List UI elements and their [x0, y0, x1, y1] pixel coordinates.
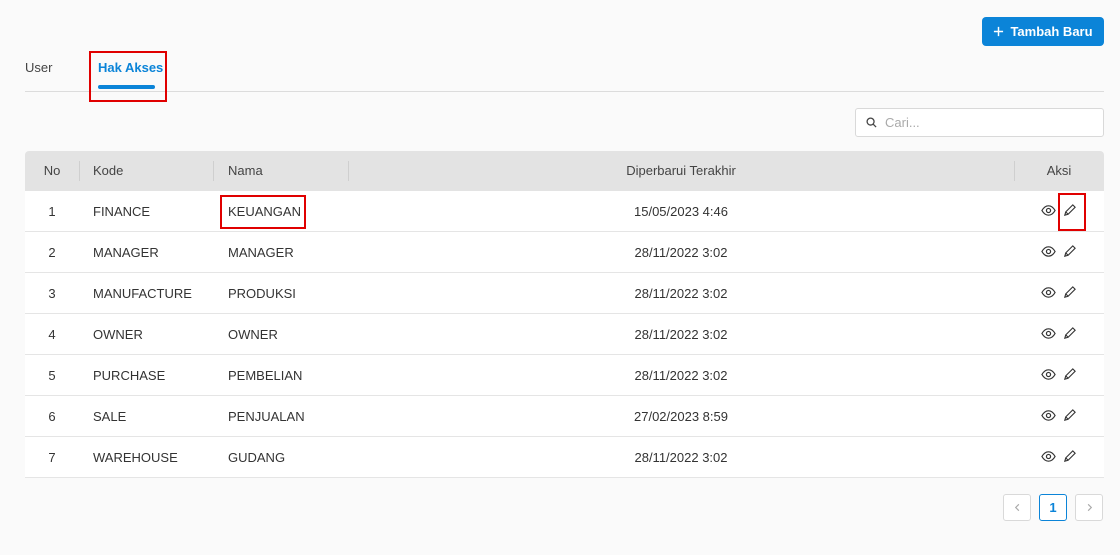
pencil-icon[interactable] — [1062, 408, 1077, 423]
row-actions — [1041, 367, 1077, 382]
cell-kode: SALE — [93, 409, 127, 424]
col-header-no: No — [43, 163, 61, 178]
table-row: 1 FINANCE KEUANGAN 15/05/2023 4:46 — [25, 191, 1104, 232]
cell-updated: 28/11/2022 3:02 — [634, 368, 728, 383]
table-header: No Kode Nama Diperbarui Terakhir Aksi — [25, 151, 1104, 191]
cell-updated: 28/11/2022 3:02 — [634, 327, 728, 342]
eye-icon[interactable] — [1041, 203, 1056, 218]
cell-updated: 27/02/2023 8:59 — [634, 409, 728, 424]
search-input[interactable] — [883, 114, 1087, 131]
col-header-updated: Diperbarui Terakhir — [626, 163, 736, 178]
tab-bar: User Hak Akses — [25, 0, 1104, 92]
table-row: 3 MANUFACTURE PRODUKSI 28/11/2022 3:02 — [25, 273, 1104, 314]
column-divider — [79, 161, 80, 181]
pencil-icon[interactable] — [1062, 326, 1077, 341]
table-row: 5 PURCHASE PEMBELIAN 28/11/2022 3:02 — [25, 355, 1104, 396]
row-actions — [1041, 408, 1077, 423]
cell-kode: FINANCE — [93, 204, 151, 219]
cell-no: 3 — [48, 286, 56, 301]
eye-icon[interactable] — [1041, 408, 1056, 423]
cell-no: 4 — [48, 327, 56, 342]
col-header-nama: Nama — [228, 163, 263, 178]
cell-kode: MANUFACTURE — [93, 286, 192, 301]
cell-no: 2 — [48, 245, 56, 260]
cell-nama: PENJUALAN — [228, 409, 305, 424]
column-divider — [213, 161, 214, 181]
cell-kode: WAREHOUSE — [93, 450, 178, 465]
active-tab-indicator — [98, 85, 155, 89]
row-actions — [1041, 203, 1077, 218]
col-header-aksi: Aksi — [1046, 163, 1072, 178]
row-actions — [1041, 285, 1077, 300]
row-actions — [1041, 449, 1077, 464]
pencil-icon[interactable] — [1062, 203, 1077, 218]
cell-kode: MANAGER — [93, 245, 159, 260]
search-icon — [866, 117, 877, 128]
cell-kode: OWNER — [93, 327, 143, 342]
cell-nama: MANAGER — [228, 245, 294, 260]
pencil-icon[interactable] — [1062, 244, 1077, 259]
row-actions — [1041, 326, 1077, 341]
eye-icon[interactable] — [1041, 244, 1056, 259]
search-box[interactable] — [855, 108, 1104, 137]
table-row: 4 OWNER OWNER 28/11/2022 3:02 — [25, 314, 1104, 355]
tab-user[interactable]: User — [25, 60, 52, 75]
table-row: 2 MANAGER MANAGER 28/11/2022 3:02 — [25, 232, 1104, 273]
cell-updated: 28/11/2022 3:02 — [634, 245, 728, 260]
pagination-next-button[interactable] — [1075, 494, 1103, 521]
row-actions — [1041, 244, 1077, 259]
chevron-left-icon — [1014, 503, 1019, 512]
tab-hak-akses[interactable]: Hak Akses — [98, 60, 163, 75]
eye-icon[interactable] — [1041, 326, 1056, 341]
col-header-kode: Kode — [93, 163, 124, 178]
access-table: No Kode Nama Diperbarui Terakhir Aksi 1 … — [25, 151, 1104, 478]
cell-nama: KEUANGAN — [228, 204, 301, 219]
cell-nama: PEMBELIAN — [228, 368, 303, 383]
pencil-icon[interactable] — [1062, 285, 1077, 300]
cell-updated: 28/11/2022 3:02 — [634, 286, 728, 301]
eye-icon[interactable] — [1041, 449, 1056, 464]
pencil-icon[interactable] — [1062, 367, 1077, 382]
chevron-right-icon — [1087, 503, 1092, 512]
cell-nama: OWNER — [228, 327, 278, 342]
cell-no: 6 — [48, 409, 56, 424]
table-row: 7 WAREHOUSE GUDANG 28/11/2022 3:02 — [25, 437, 1104, 478]
cell-updated: 15/05/2023 4:46 — [634, 204, 728, 219]
pagination-page-current[interactable]: 1 — [1039, 494, 1067, 521]
cell-no: 5 — [48, 368, 56, 383]
eye-icon[interactable] — [1041, 367, 1056, 382]
table-row: 6 SALE PENJUALAN 27/02/2023 8:59 — [25, 396, 1104, 437]
eye-icon[interactable] — [1041, 285, 1056, 300]
pencil-icon[interactable] — [1062, 449, 1077, 464]
cell-updated: 28/11/2022 3:02 — [634, 450, 728, 465]
pagination-prev-button[interactable] — [1003, 494, 1031, 521]
cell-nama: GUDANG — [228, 450, 286, 465]
cell-kode: PURCHASE — [93, 368, 166, 383]
cell-no: 7 — [48, 450, 56, 465]
cell-nama: PRODUKSI — [228, 286, 296, 301]
cell-no: 1 — [48, 204, 56, 219]
